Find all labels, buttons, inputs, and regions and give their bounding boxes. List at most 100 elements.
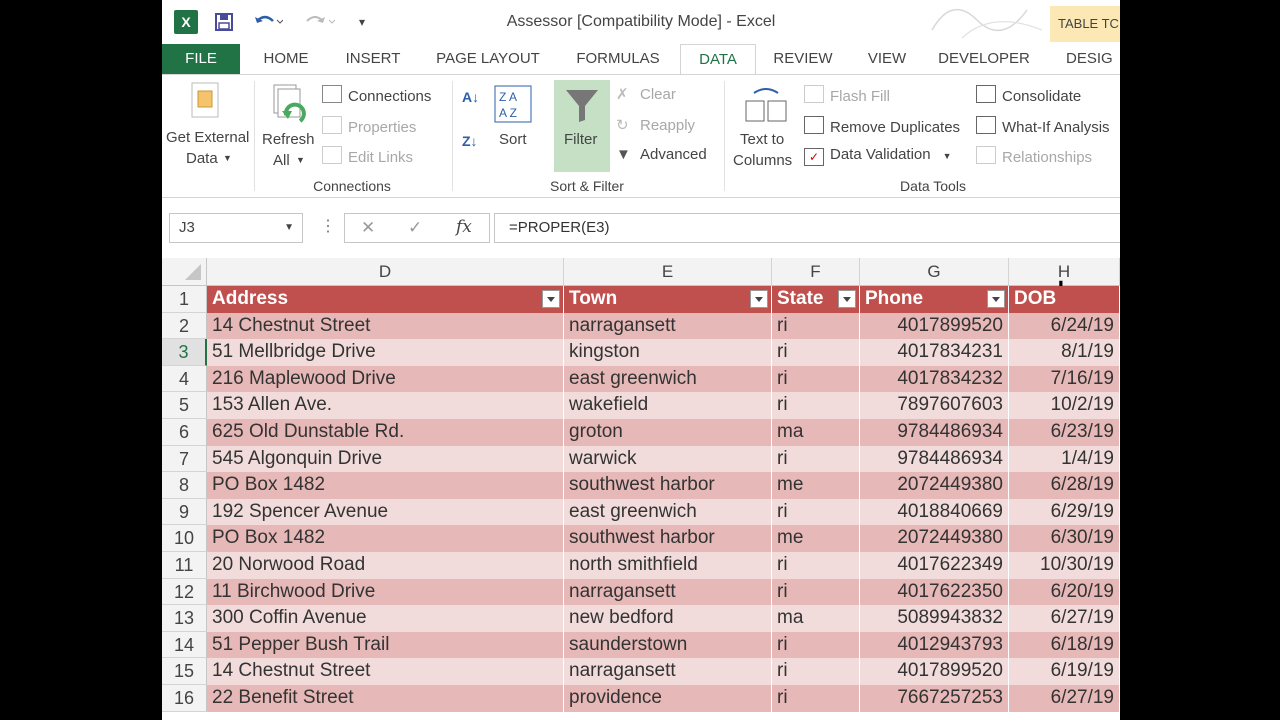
table-cell-dob[interactable]: 7/16/19 xyxy=(1009,365,1120,393)
connections-button[interactable]: Connections xyxy=(322,85,431,105)
table-cell-dob[interactable]: 6/28/19 xyxy=(1009,472,1120,499)
table-cell-town[interactable]: narragansett xyxy=(564,578,772,606)
table-cell-address[interactable]: 20 Norwood Road xyxy=(207,552,564,579)
column-header-f[interactable]: F xyxy=(772,258,860,286)
header-cell-phone[interactable]: Phone xyxy=(860,286,1009,313)
tab-view[interactable]: VIEW xyxy=(860,44,914,74)
reapply-button[interactable]: ↻ Reapply xyxy=(616,116,695,134)
chevron-down-icon[interactable]: ▼ xyxy=(284,214,294,242)
data-validation-button[interactable]: ✓ Data Validation ▼ xyxy=(804,146,952,166)
table-cell-town[interactable]: east greenwich xyxy=(564,498,772,526)
table-cell-address[interactable]: 14 Chestnut Street xyxy=(207,658,564,685)
table-cell-state[interactable]: me xyxy=(772,472,860,499)
table-cell-address[interactable]: 51 Pepper Bush Trail xyxy=(207,631,564,659)
table-cell-address[interactable]: 14 Chestnut Street xyxy=(207,312,564,340)
table-cell-address[interactable]: 216 Maplewood Drive xyxy=(207,365,564,393)
sort-asc-icon[interactable]: A↓ xyxy=(462,89,479,105)
table-cell-state[interactable]: ri xyxy=(772,365,860,393)
table-cell-address[interactable]: PO Box 1482 xyxy=(207,472,564,499)
properties-button[interactable]: Properties xyxy=(322,116,416,136)
table-cell-dob[interactable]: 6/27/19 xyxy=(1009,685,1120,712)
row-header[interactable]: 7 xyxy=(162,445,207,473)
table-cell-address[interactable]: 11 Birchwood Drive xyxy=(207,578,564,606)
worksheet-grid[interactable]: D E F G H ⬇ 1 Address Town State Phone D… xyxy=(162,258,1120,720)
table-cell-address[interactable]: 153 Allen Ave. xyxy=(207,392,564,419)
header-cell-state[interactable]: State xyxy=(772,286,860,313)
table-cell-state[interactable]: ma xyxy=(772,605,860,632)
table-cell-state[interactable]: ri xyxy=(772,339,860,366)
table-cell-dob[interactable]: 6/18/19 xyxy=(1009,631,1120,659)
advanced-button[interactable]: ▼ Advanced xyxy=(616,146,707,163)
table-cell-phone[interactable]: 4017622350 xyxy=(860,578,1009,606)
formula-input[interactable]: =PROPER(E3) xyxy=(494,213,1120,243)
table-cell-phone[interactable]: 4017899520 xyxy=(860,658,1009,685)
table-cell-phone[interactable]: 2072449380 xyxy=(860,525,1009,552)
row-header[interactable]: 9 xyxy=(162,498,207,526)
table-cell-dob[interactable]: 8/1/19 xyxy=(1009,339,1120,366)
tab-insert[interactable]: INSERT xyxy=(340,44,406,74)
table-cell-town[interactable]: southwest harbor xyxy=(564,525,772,552)
sort-button[interactable]: Sort xyxy=(499,131,527,148)
tab-developer[interactable]: DEVELOPER xyxy=(936,44,1032,74)
table-cell-town[interactable]: east greenwich xyxy=(564,365,772,393)
tab-home[interactable]: HOME xyxy=(254,44,318,74)
table-cell-town[interactable]: narragansett xyxy=(564,312,772,340)
table-cell-state[interactable]: ri xyxy=(772,498,860,526)
table-cell-town[interactable]: narragansett xyxy=(564,658,772,685)
remove-duplicates-button[interactable]: Remove Duplicates xyxy=(804,116,960,136)
table-cell-phone[interactable]: 5089943832 xyxy=(860,605,1009,632)
table-cell-dob[interactable]: 10/2/19 xyxy=(1009,392,1120,419)
row-header[interactable]: 2 xyxy=(162,312,207,340)
row-header[interactable]: 8 xyxy=(162,472,207,499)
table-cell-phone[interactable]: 4017622349 xyxy=(860,552,1009,579)
table-cell-phone[interactable]: 2072449380 xyxy=(860,472,1009,499)
table-cell-town[interactable]: new bedford xyxy=(564,605,772,632)
tab-page-layout[interactable]: PAGE LAYOUT xyxy=(430,44,546,74)
row-header[interactable]: 13 xyxy=(162,605,207,632)
table-cell-state[interactable]: ri xyxy=(772,631,860,659)
table-cell-phone[interactable]: 4012943793 xyxy=(860,631,1009,659)
table-cell-dob[interactable]: 10/30/19 xyxy=(1009,552,1120,579)
header-cell-dob[interactable]: DOB xyxy=(1009,286,1120,313)
table-cell-state[interactable]: ri xyxy=(772,445,860,473)
row-header[interactable]: 16 xyxy=(162,685,207,712)
column-header-d[interactable]: D xyxy=(207,258,564,286)
table-cell-address[interactable]: 300 Coffin Avenue xyxy=(207,605,564,632)
flash-fill-button[interactable]: Flash Fill xyxy=(804,85,890,105)
table-cell-town[interactable]: providence xyxy=(564,685,772,712)
name-box[interactable]: J3 ▼ xyxy=(169,213,303,243)
table-cell-address[interactable]: 625 Old Dunstable Rd. xyxy=(207,419,564,446)
row-header[interactable]: 1 xyxy=(162,286,207,313)
column-header-g[interactable]: G xyxy=(860,258,1009,286)
table-cell-phone[interactable]: 7667257253 xyxy=(860,685,1009,712)
table-cell-town[interactable]: north smithfield xyxy=(564,552,772,579)
table-cell-state[interactable]: ri xyxy=(772,312,860,340)
filter-dropdown-icon[interactable] xyxy=(838,290,856,308)
formula-bar-handle-icon[interactable]: ⋮ xyxy=(320,216,336,236)
table-cell-town[interactable]: saunderstown xyxy=(564,631,772,659)
sort-desc-icon[interactable]: Z↓ xyxy=(462,133,478,149)
cancel-icon[interactable]: ✕ xyxy=(361,218,375,238)
table-cell-phone[interactable]: 4017834231 xyxy=(860,339,1009,366)
enter-icon[interactable]: ✓ xyxy=(408,218,422,238)
table-cell-state[interactable]: ri xyxy=(772,392,860,419)
filter-dropdown-icon[interactable] xyxy=(542,290,560,308)
table-cell-town[interactable]: wakefield xyxy=(564,392,772,419)
row-header[interactable]: 6 xyxy=(162,419,207,446)
table-cell-phone[interactable]: 4017834232 xyxy=(860,365,1009,393)
insert-function-icon[interactable]: fx xyxy=(456,217,472,237)
tab-review[interactable]: REVIEW xyxy=(768,44,838,74)
header-cell-town[interactable]: Town xyxy=(564,286,772,313)
table-cell-phone[interactable]: 9784486934 xyxy=(860,419,1009,446)
table-cell-state[interactable]: ri xyxy=(772,685,860,712)
table-cell-address[interactable]: 51 Mellbridge Drive xyxy=(207,339,564,366)
tab-data[interactable]: DATA xyxy=(680,44,756,75)
table-cell-state[interactable]: ri xyxy=(772,658,860,685)
table-cell-phone[interactable]: 4017899520 xyxy=(860,312,1009,340)
row-header[interactable]: 11 xyxy=(162,552,207,579)
table-cell-address[interactable]: 545 Algonquin Drive xyxy=(207,445,564,473)
table-cell-state[interactable]: ri xyxy=(772,552,860,579)
table-cell-phone[interactable]: 9784486934 xyxy=(860,445,1009,473)
row-header[interactable]: 12 xyxy=(162,578,207,606)
filter-dropdown-icon[interactable] xyxy=(987,290,1005,308)
